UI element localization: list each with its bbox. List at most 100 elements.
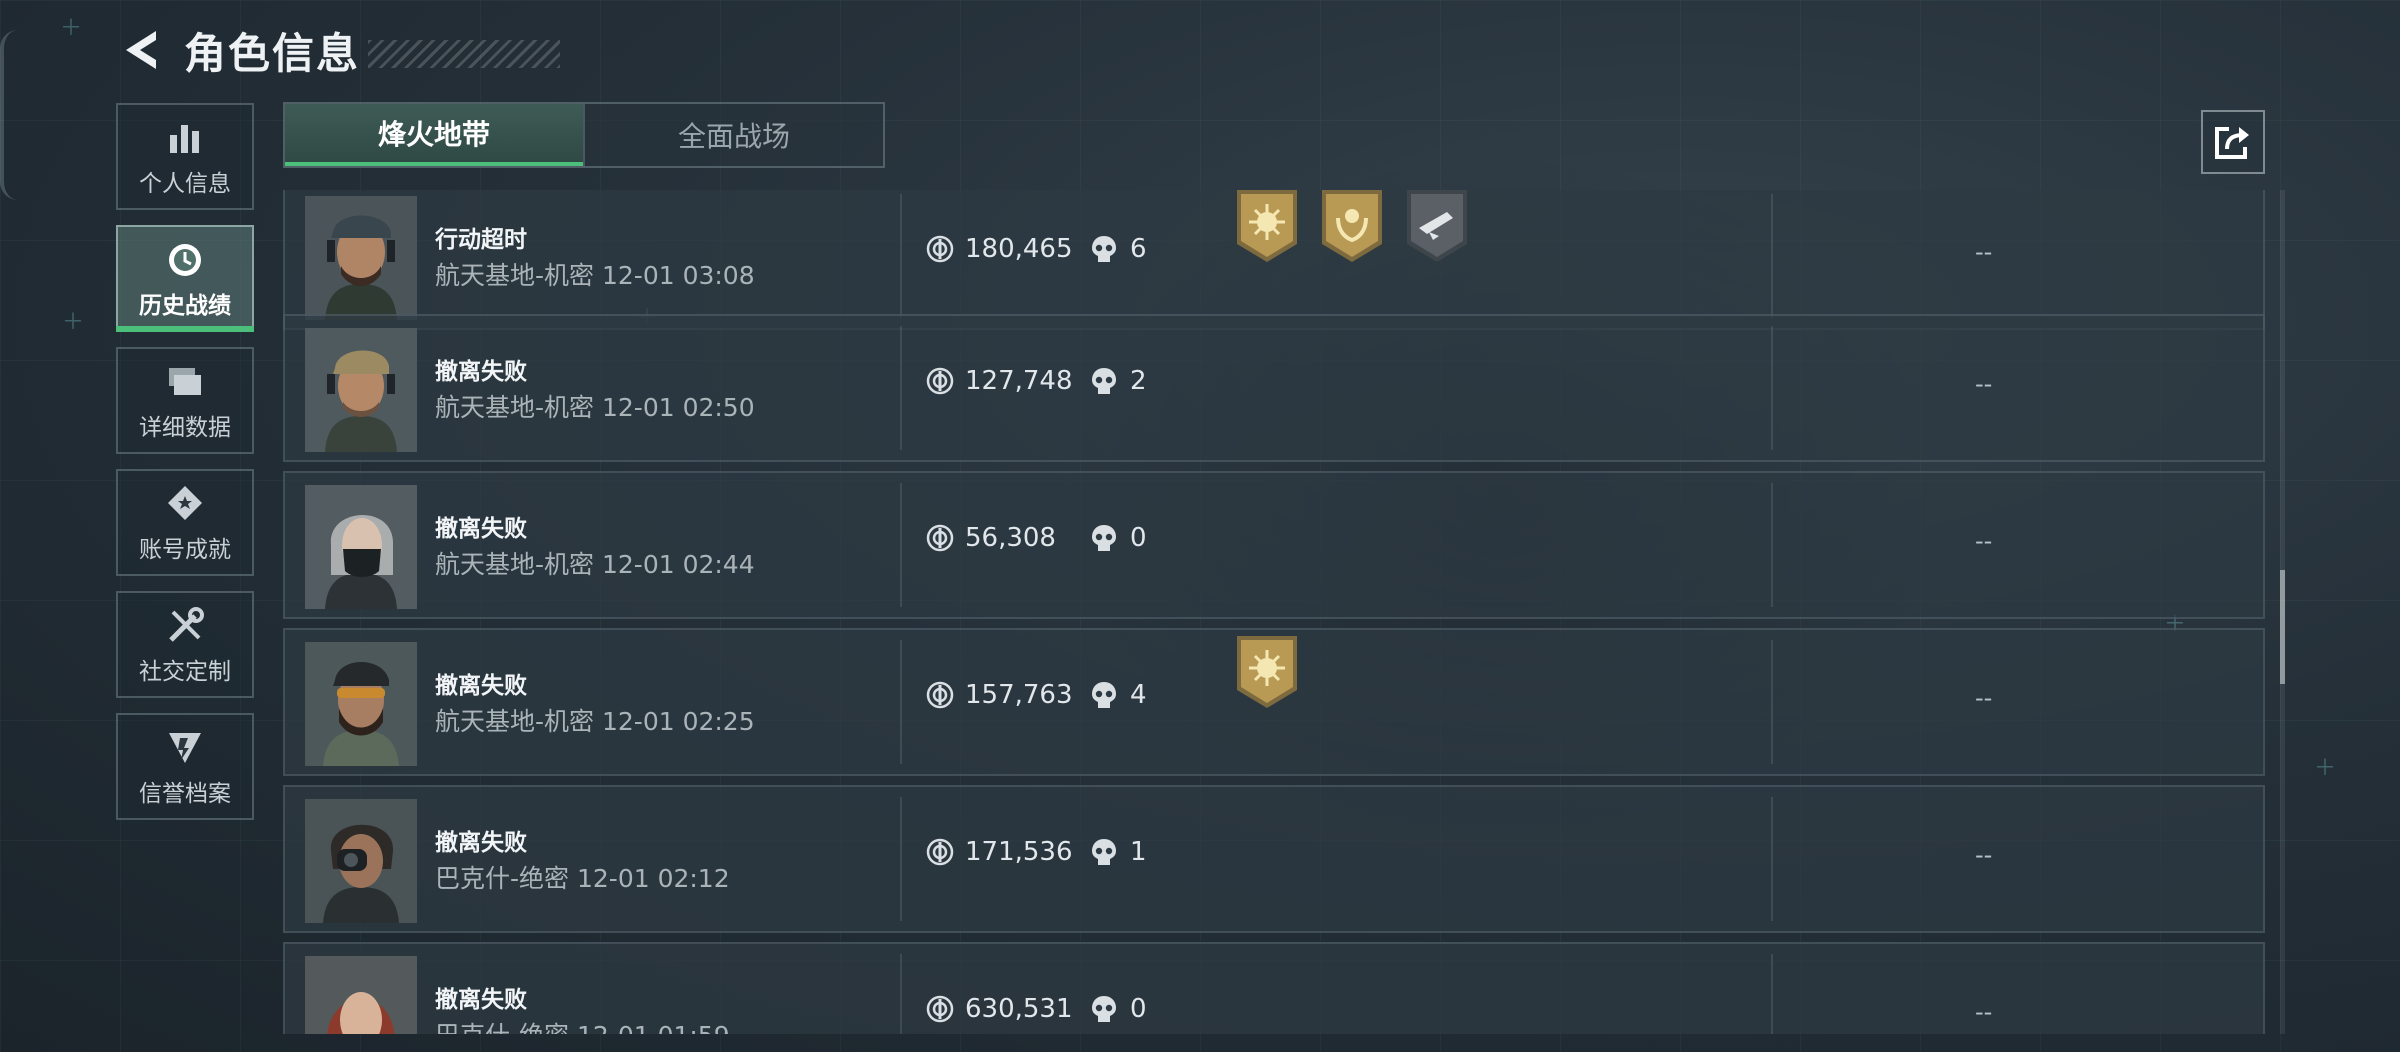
match-value: 630,531 [925, 994, 1083, 1024]
column-divider [900, 194, 902, 318]
skull-icon [1092, 996, 1116, 1022]
currency-icon [926, 367, 954, 395]
nav-item-label: 社交定制 [139, 658, 231, 685]
nav-item-label: 历史战绩 [139, 292, 231, 319]
list-scrollbar[interactable] [2280, 190, 2285, 1034]
gold-sun-badge-icon [1233, 634, 1301, 710]
column-divider [900, 326, 902, 450]
tab-full-battlefield[interactable]: 全面战场 [583, 104, 883, 166]
match-extra: -- [1975, 841, 1993, 869]
column-divider [900, 483, 902, 607]
match-row[interactable]: 行动超时 航天基地-机密 12-01 03:08 180,465 6 -- [283, 190, 2265, 330]
column-divider [900, 640, 902, 764]
match-kills: 2 [1090, 366, 1147, 396]
currency-icon [926, 995, 954, 1023]
match-info: 巴克什-绝密 12-01 01:59 [435, 1016, 730, 1034]
stacked-cards-icon [165, 360, 205, 404]
match-result: 撤离失败 [435, 987, 527, 1013]
value-amount: 630,531 [965, 994, 1073, 1024]
operator-avatar [305, 328, 417, 452]
tab-hazard-zone[interactable]: 烽火地带 [285, 104, 583, 166]
gold-sun-badge-icon [1233, 190, 1301, 264]
scrollbar-thumb[interactable] [2280, 570, 2285, 684]
nav-item-personal-info[interactable]: 个人信息 [116, 103, 254, 210]
match-value: 127,748 [925, 366, 1083, 396]
value-amount: 157,763 [965, 680, 1073, 710]
match-map: 航天基地-机密 [435, 261, 595, 290]
kill-count: 0 [1130, 994, 1147, 1024]
match-result: 撤离失败 [435, 830, 527, 856]
column-divider [1771, 954, 1773, 1034]
share-export-icon [2215, 127, 2249, 159]
kill-count: 2 [1130, 366, 1147, 396]
match-row[interactable]: 撤离失败 航天基地-机密 12-01 02:25 157,763 4 -- [283, 628, 2265, 776]
match-time: 12-01 02:25 [601, 707, 755, 736]
kill-count: 4 [1130, 680, 1147, 710]
achievement-medal-icon [166, 482, 204, 526]
match-info: 航天基地-机密 12-01 02:25 [435, 702, 755, 738]
match-time: 12-01 01:59 [577, 1021, 730, 1034]
wrench-screwdriver-icon [165, 604, 205, 648]
column-divider [1771, 326, 1773, 450]
match-time: 12-01 02:12 [576, 864, 730, 893]
currency-icon [926, 838, 954, 866]
match-time: 12-01 03:08 [601, 261, 755, 290]
column-divider [1771, 194, 1773, 318]
nav-item-social-customize[interactable]: 社交定制 [116, 591, 254, 698]
nav-item-credit-profile[interactable]: 信誉档案 [116, 713, 254, 820]
match-info: 航天基地-机密 12-01 02:44 [435, 545, 755, 581]
kill-count: 0 [1130, 523, 1147, 553]
match-row[interactable]: 撤离失败 巴克什-绝密 12-01 02:12 171,536 1 -- [283, 785, 2265, 933]
column-divider [900, 954, 902, 1034]
currency-icon [926, 681, 954, 709]
match-time: 12-01 02:44 [601, 550, 755, 579]
bar-chart-icon [167, 116, 203, 160]
match-extra: -- [1975, 527, 1993, 555]
credit-shield-icon [166, 726, 204, 770]
skull-icon [1092, 236, 1116, 262]
match-time: 12-01 02:50 [601, 393, 755, 422]
value-amount: 180,465 [965, 234, 1073, 264]
match-map: 巴克什-绝密 [435, 1021, 569, 1034]
column-divider [900, 797, 902, 921]
match-kills: 0 [1090, 523, 1147, 553]
crosshair-deco: ＋ [2314, 756, 2337, 781]
chevron-left-icon [126, 31, 156, 69]
column-divider [1771, 797, 1773, 921]
gray-gun-badge-icon [1403, 190, 1471, 264]
operator-avatar [305, 196, 417, 320]
skull-icon [1092, 682, 1116, 708]
currency-icon [926, 524, 954, 552]
nav-item-label: 信誉档案 [139, 780, 231, 807]
share-button[interactable] [2201, 110, 2265, 174]
nav-item-detailed-data[interactable]: 详细数据 [116, 347, 254, 454]
back-button[interactable] [118, 22, 162, 78]
match-value: 157,763 [925, 680, 1083, 710]
match-value: 56,308 [925, 523, 1083, 553]
side-navigation: 个人信息 历史战绩 详细数据 账号成就 社交定制 信誉档案 [116, 103, 254, 835]
match-extra: -- [1975, 998, 1993, 1026]
match-row[interactable]: 撤离失败 航天基地-机密 12-01 02:50 127,748 2 -- [283, 314, 2265, 462]
match-kills: 1 [1090, 837, 1147, 867]
nav-item-label: 详细数据 [139, 414, 231, 441]
match-info: 巴克什-绝密 12-01 02:12 [435, 859, 730, 895]
nav-item-match-history[interactable]: 历史战绩 [116, 225, 254, 332]
nav-item-label: 账号成就 [139, 536, 231, 563]
match-row[interactable]: 撤离失败 巴克什-绝密 12-01 01:59 630,531 0 -- [283, 942, 2265, 1034]
match-kills: 4 [1090, 680, 1147, 710]
match-extra: -- [1975, 238, 1993, 266]
match-info: 航天基地-机密 12-01 03:08 [435, 256, 755, 292]
skull-icon [1092, 839, 1116, 865]
match-result: 撤离失败 [435, 516, 527, 542]
operator-avatar [305, 799, 417, 923]
operator-avatar [305, 956, 417, 1034]
gold-laurel-badge-icon [1318, 190, 1386, 264]
nav-item-label: 个人信息 [139, 170, 231, 197]
kill-count: 6 [1130, 234, 1147, 264]
match-result: 撤离失败 [435, 359, 527, 385]
operator-avatar [305, 485, 417, 609]
match-map: 巴克什-绝密 [435, 864, 570, 893]
match-row[interactable]: 撤离失败 航天基地-机密 12-01 02:44 56,308 0 -- [283, 471, 2265, 619]
page-title: 角色信息 [184, 28, 361, 78]
nav-item-achievements[interactable]: 账号成就 [116, 469, 254, 576]
